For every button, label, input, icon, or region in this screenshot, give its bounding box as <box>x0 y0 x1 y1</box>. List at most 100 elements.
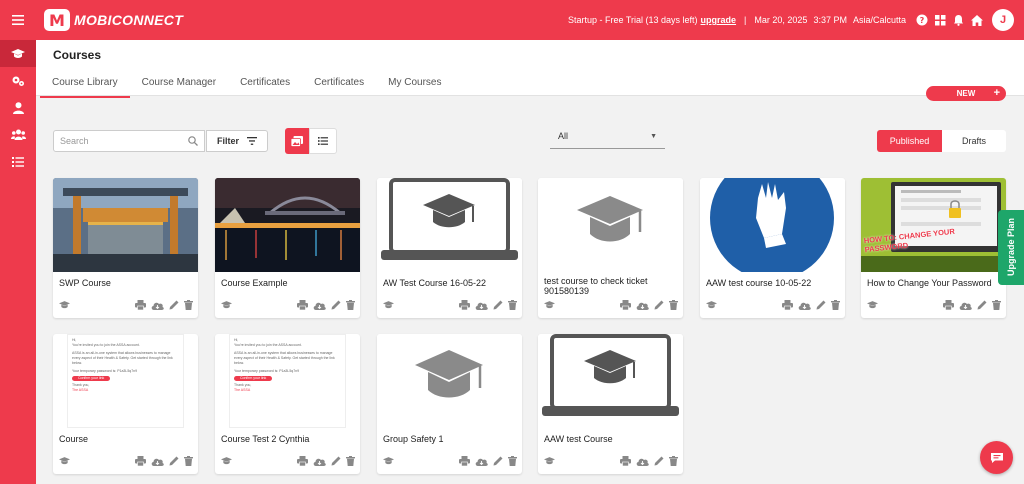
grid-view-toggle[interactable] <box>285 128 309 154</box>
edit-pencil-icon[interactable] <box>493 456 503 466</box>
trash-icon[interactable] <box>508 300 517 310</box>
course-cap-icon <box>383 457 394 465</box>
course-title: How to Change Your Password <box>867 278 992 288</box>
trash-icon[interactable] <box>184 300 193 310</box>
cloud-download-icon[interactable] <box>313 457 326 466</box>
search-icon[interactable] <box>188 136 198 146</box>
course-card[interactable]: Group Safety 1 <box>377 334 522 474</box>
edit-pencil-icon[interactable] <box>169 456 179 466</box>
sidebar-item-courses[interactable] <box>0 40 36 67</box>
print-icon[interactable] <box>135 300 146 310</box>
cloud-download-icon[interactable] <box>475 457 488 466</box>
trash-icon[interactable] <box>992 300 1001 310</box>
home-icon[interactable] <box>971 14 983 26</box>
print-icon[interactable] <box>620 456 631 466</box>
print-icon[interactable] <box>297 456 308 466</box>
bell-icon[interactable] <box>953 14 964 26</box>
category-select[interactable]: All ▼ <box>550 124 665 149</box>
brand-logo[interactable]: M MOBICONNECT <box>44 9 183 31</box>
filter-lines-icon <box>247 137 257 145</box>
list-view-toggle[interactable] <box>309 128 337 154</box>
print-icon[interactable] <box>297 300 308 310</box>
edit-pencil-icon[interactable] <box>654 300 664 310</box>
tab-certificates[interactable]: Certificates <box>228 70 302 98</box>
tab-course-manager[interactable]: Course Manager <box>130 70 228 98</box>
course-title: Course Example <box>221 278 288 288</box>
apps-grid-icon[interactable] <box>935 14 946 26</box>
print-icon[interactable] <box>135 456 146 466</box>
edit-pencil-icon[interactable] <box>816 300 826 310</box>
upgrade-plan-tab[interactable]: Upgrade Plan <box>998 210 1024 285</box>
cloud-download-icon[interactable] <box>636 301 649 310</box>
course-thumbnail <box>377 178 522 272</box>
edit-pencil-icon[interactable] <box>331 456 341 466</box>
course-thumbnail: HOW TO: CHANGE YOUR PASSWORD <box>861 178 1006 272</box>
course-title: Course <box>59 434 89 444</box>
cloud-download-icon[interactable] <box>313 301 326 310</box>
sidebar-item-users[interactable] <box>0 121 36 148</box>
trash-icon[interactable] <box>346 456 355 466</box>
course-card[interactable]: AAW test Course <box>538 334 683 474</box>
sidebar-item-list[interactable] <box>0 148 36 175</box>
print-icon[interactable] <box>459 456 470 466</box>
print-icon[interactable] <box>782 300 793 310</box>
trash-icon[interactable] <box>508 456 517 466</box>
course-card[interactable]: AW Test Course 16-05-22 <box>377 178 522 318</box>
drafts-toggle[interactable]: Drafts <box>942 130 1006 152</box>
help-icon[interactable]: ? <box>916 14 928 26</box>
cloud-download-icon[interactable] <box>636 457 649 466</box>
trash-icon[interactable] <box>831 300 840 310</box>
search-input[interactable] <box>60 136 180 146</box>
user-avatar[interactable]: J <box>992 9 1014 31</box>
trash-icon[interactable] <box>184 456 193 466</box>
tab-course-library[interactable]: Course Library <box>40 70 130 98</box>
tab-certificates-2[interactable]: Certificates <box>302 70 376 98</box>
print-icon[interactable] <box>459 300 470 310</box>
course-card[interactable]: Hi, You're invited you to join the ASSA … <box>215 334 360 474</box>
edit-pencil-icon[interactable] <box>654 456 664 466</box>
course-card[interactable]: HOW TO: CHANGE YOUR PASSWORD How to Chan… <box>861 178 1006 318</box>
course-card[interactable]: Course Example <box>215 178 360 318</box>
edit-pencil-icon[interactable] <box>169 300 179 310</box>
trash-icon[interactable] <box>346 300 355 310</box>
course-cap-icon <box>544 301 555 309</box>
gallery-icon <box>291 135 303 147</box>
category-select-value: All <box>558 131 569 141</box>
trash-icon[interactable] <box>669 456 678 466</box>
email-line: You're invited you to join the ASSA acco… <box>234 343 302 347</box>
course-title: AAW test course 10-05-22 <box>706 278 812 288</box>
chat-widget-button[interactable] <box>980 441 1013 474</box>
tab-my-courses[interactable]: My Courses <box>376 70 453 98</box>
edit-pencil-icon[interactable] <box>331 300 341 310</box>
user-icon <box>12 101 24 114</box>
published-toggle[interactable]: Published <box>877 130 942 152</box>
course-card[interactable]: SWP Course <box>53 178 198 318</box>
email-signature: The ASSA <box>234 388 251 392</box>
cloud-download-icon[interactable] <box>475 301 488 310</box>
trash-icon[interactable] <box>669 300 678 310</box>
edit-pencil-icon[interactable] <box>977 300 987 310</box>
edit-pencil-icon[interactable] <box>493 300 503 310</box>
course-card[interactable]: AAW test course 10-05-22 <box>700 178 845 318</box>
search-box[interactable] <box>53 130 205 152</box>
print-icon[interactable] <box>943 300 954 310</box>
svg-text:?: ? <box>920 16 925 25</box>
new-course-button[interactable]: NEW + <box>926 86 1006 101</box>
course-thumbnail <box>700 178 845 272</box>
course-cap-icon <box>867 301 878 309</box>
sidebar-item-profile[interactable] <box>0 94 36 121</box>
sidebar-item-settings[interactable] <box>0 67 36 94</box>
cloud-download-icon[interactable] <box>798 301 811 310</box>
cloud-download-icon[interactable] <box>959 301 972 310</box>
course-card[interactable]: Hi, You're invited you to join the ASSA … <box>53 334 198 474</box>
print-icon[interactable] <box>620 300 631 310</box>
cloud-download-icon[interactable] <box>151 457 164 466</box>
upgrade-link[interactable]: upgrade <box>701 15 737 25</box>
course-cap-icon <box>59 457 70 465</box>
filter-button[interactable]: Filter <box>206 130 268 152</box>
left-sidebar <box>0 40 36 484</box>
course-card[interactable]: test course to check ticket 901580139 <box>538 178 683 318</box>
email-line: ASSA is an all-in-one system that allows… <box>72 351 173 365</box>
menu-icon[interactable] <box>0 15 36 25</box>
cloud-download-icon[interactable] <box>151 301 164 310</box>
